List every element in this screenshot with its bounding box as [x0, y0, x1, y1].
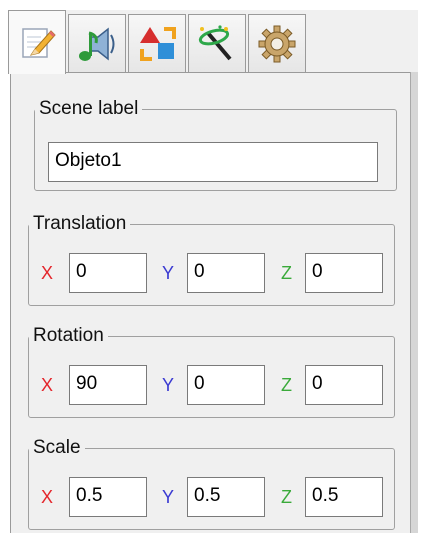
tab-strip [8, 10, 418, 74]
magic-wand-icon [196, 23, 238, 65]
tab-settings[interactable] [248, 14, 306, 72]
pencil-icon [17, 23, 57, 63]
properties-panel: Scene label Objeto1 Translation X 0 Y 0 … [10, 72, 410, 533]
gear-icon [257, 24, 297, 64]
tab-sound[interactable] [68, 14, 126, 72]
translation-x-input[interactable]: 0 [69, 253, 147, 293]
scale-legend: Scale [33, 437, 81, 458]
translation-y-label: Y [162, 263, 175, 283]
tab-magic[interactable] [188, 14, 246, 72]
scale-x-input[interactable]: 0.5 [69, 477, 147, 517]
rotation-z-input[interactable]: 0 [305, 365, 383, 405]
shapes-icon [136, 23, 178, 65]
music-speaker-icon [76, 23, 118, 65]
rotation-y-label: Y [162, 375, 175, 395]
rotation-legend: Rotation [33, 325, 104, 346]
scale-z-input[interactable]: 0.5 [305, 477, 383, 517]
scale-x-label: X [41, 487, 54, 507]
panel-right-border [410, 72, 418, 533]
properties-window: Scene label Objeto1 Translation X 0 Y 0 … [0, 0, 429, 533]
translation-z-input[interactable]: 0 [305, 253, 383, 293]
translation-x-label: X [41, 263, 54, 283]
scene-label-legend: Scene label [39, 98, 139, 119]
rotation-x-input[interactable]: 90 [69, 365, 147, 405]
translation-legend: Translation [33, 213, 127, 234]
translation-y-input[interactable]: 0 [187, 253, 265, 293]
tab-edit[interactable] [8, 10, 66, 74]
scene-label-input[interactable]: Objeto1 [48, 142, 378, 182]
rotation-y-input[interactable]: 0 [187, 365, 265, 405]
scale-y-input[interactable]: 0.5 [187, 477, 265, 517]
translation-z-label: Z [281, 263, 292, 283]
rotation-z-label: Z [281, 375, 292, 395]
rotation-x-label: X [41, 375, 54, 395]
tab-shapes[interactable] [128, 14, 186, 72]
scale-z-label: Z [281, 487, 292, 507]
scale-y-label: Y [162, 487, 175, 507]
